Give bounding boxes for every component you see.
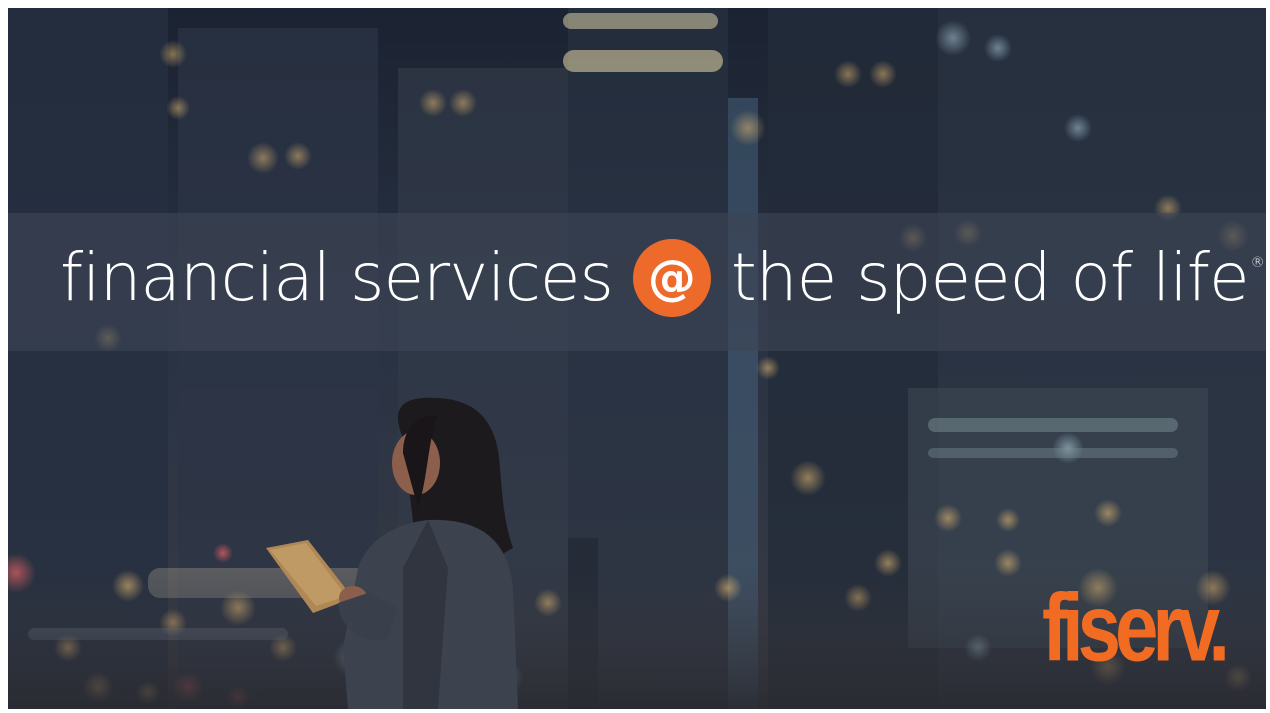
at-symbol-icon: @ xyxy=(632,239,711,317)
tagline: financial services @ the speed of life ® xyxy=(60,228,1265,328)
registered-mark: ® xyxy=(1250,255,1265,271)
tagline-part-1: financial services xyxy=(60,239,614,316)
tagline-part-2: the speed of life xyxy=(730,239,1250,316)
hero-slide: financial services @ the speed of life ®… xyxy=(8,8,1266,709)
fiserv-logo: fiserv. xyxy=(1042,573,1230,682)
